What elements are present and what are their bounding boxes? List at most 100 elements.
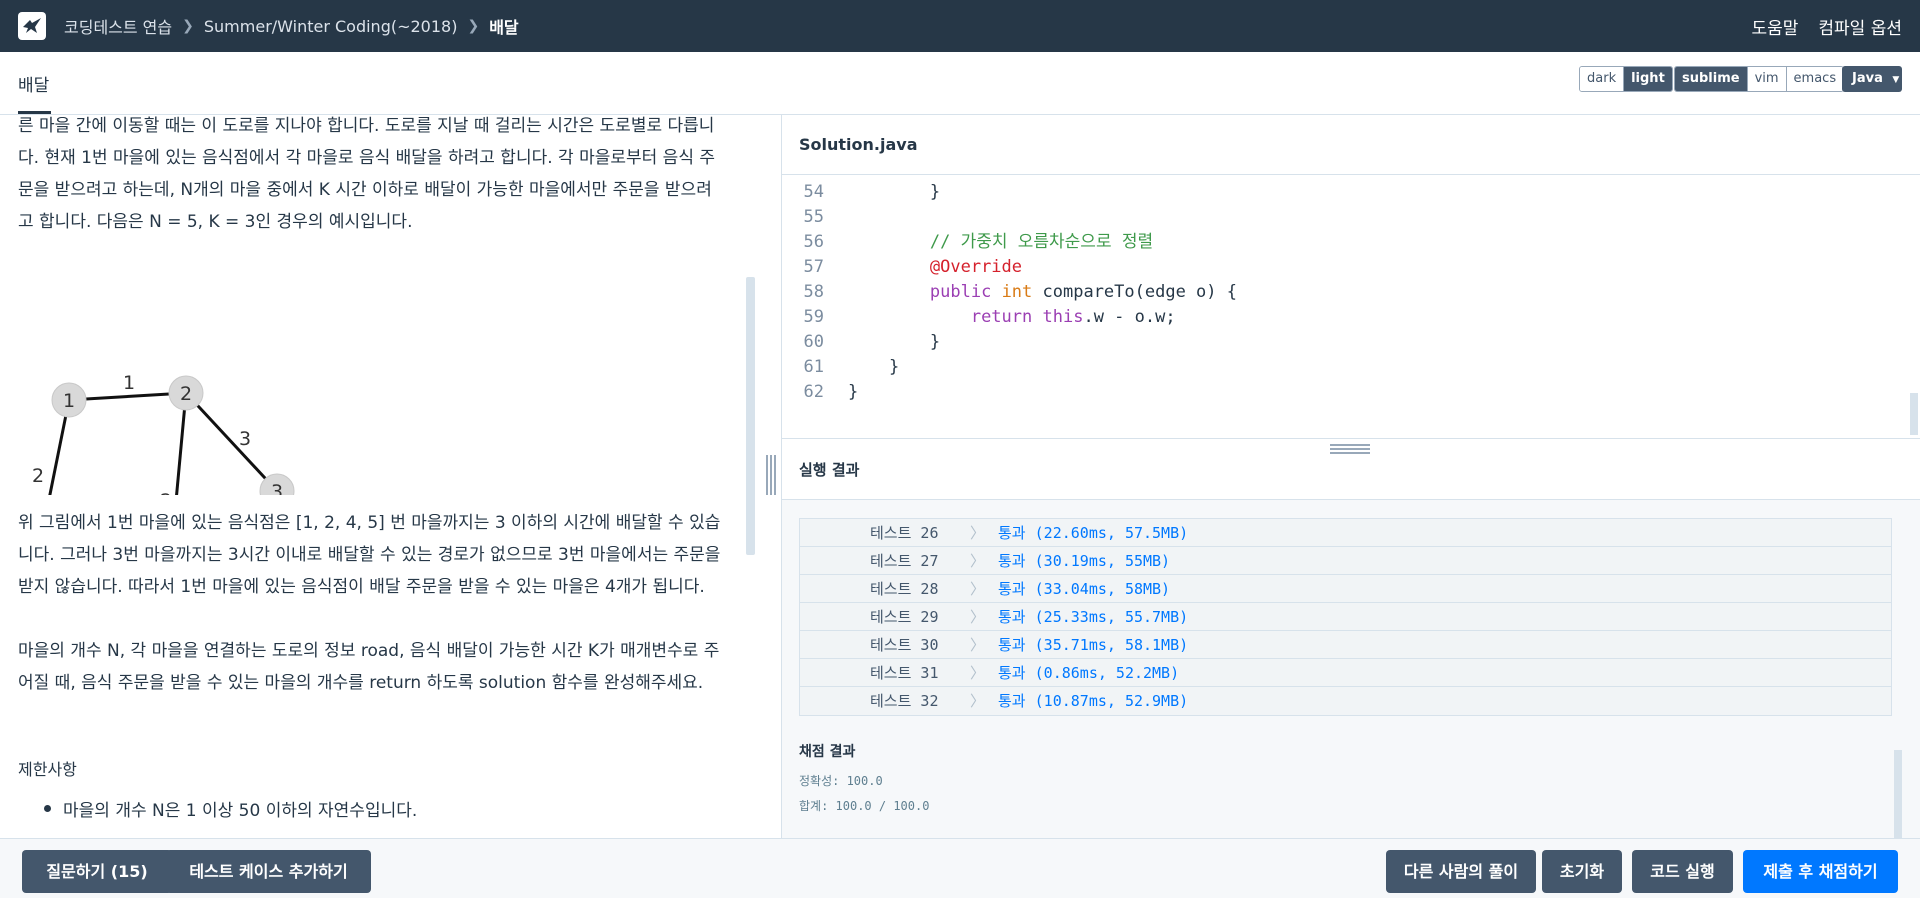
result-row: 테스트 30 〉 통과 (35.71ms, 58.1MB): [800, 631, 1891, 659]
code-line: 59 return this.w - o.w;: [782, 305, 1176, 330]
test-result: 통과 (10.87ms, 52.9MB): [998, 692, 1189, 710]
theme-dark-button[interactable]: dark: [1580, 67, 1625, 91]
result-row: 테스트 32 〉 통과 (10.87ms, 52.9MB): [800, 687, 1891, 715]
chevron-right-icon: 〉: [970, 580, 986, 598]
constraints-title: 제한사항: [18, 760, 77, 779]
result-row: 테스트 29 〉 통과 (25.33ms, 55.7MB): [800, 603, 1891, 631]
test-result: 통과 (25.33ms, 55.7MB): [998, 608, 1189, 626]
others-solutions-button[interactable]: 다른 사람의 풀이: [1386, 850, 1536, 893]
chevron-right-icon: ❯: [182, 18, 194, 34]
node-label: 3: [271, 481, 283, 495]
result-row: 테스트 28 〉 통과 (33.04ms, 58MB): [800, 575, 1891, 603]
bullet-icon: [44, 805, 51, 812]
reset-button[interactable]: 초기화: [1542, 850, 1622, 893]
keymap-vim-button[interactable]: vim: [1747, 67, 1787, 91]
grade-title: 채점 결과: [799, 744, 856, 760]
code-token: }: [848, 182, 941, 202]
constraint-item: 마을의 개수 N은 1 이상 50 이하의 자연수입니다.: [63, 801, 418, 821]
resize-handle[interactable]: [766, 455, 776, 495]
run-code-button[interactable]: 코드 실행: [1632, 850, 1733, 893]
breadcrumb-current: 배달: [489, 18, 519, 37]
breadcrumb-item[interactable]: 코딩테스트 연습: [64, 14, 172, 38]
result-panel: 테스트 26 〉 통과 (22.60ms, 57.5MB) 테스트 27 〉 통과 (30…: [782, 500, 1920, 838]
language-label: Java: [1852, 71, 1883, 86]
graph-edge: [184, 391, 279, 493]
test-name: 테스트 28: [870, 580, 939, 598]
code-token: .w - o.w;: [1083, 307, 1176, 327]
result-row: 테스트 26 〉 통과 (22.60ms, 57.5MB): [800, 519, 1891, 547]
result-row: 테스트 27 〉 통과 (30.19ms, 55MB): [800, 547, 1891, 575]
test-name: 테스트 29: [870, 608, 939, 626]
scrollbar-thumb[interactable]: [1910, 393, 1918, 435]
chevron-right-icon: 〉: [970, 692, 986, 710]
code-line: 55: [782, 205, 848, 230]
line-number: 61: [803, 357, 824, 377]
result-table: 테스트 26 〉 통과 (22.60ms, 57.5MB) 테스트 27 〉 통과 (30…: [799, 518, 1892, 716]
breadcrumb: 코딩테스트 연습 ❯ Summer/Winter Coding(~2018) ❯…: [64, 14, 519, 38]
code-line: 54 }: [782, 180, 941, 205]
test-name: 테스트 27: [870, 552, 939, 570]
breadcrumb-item[interactable]: Summer/Winter Coding(~2018): [204, 17, 458, 36]
line-number: 60: [803, 332, 824, 352]
top-nav: 코딩테스트 연습 ❯ Summer/Winter Coding(~2018) ❯…: [0, 0, 1920, 52]
keymap-emacs-button[interactable]: emacs: [1786, 67, 1844, 91]
ask-question-button[interactable]: 질문하기 (15): [22, 850, 172, 893]
test-name: 테스트 31: [870, 664, 939, 682]
help-link[interactable]: 도움말: [1751, 14, 1798, 39]
code-token: public: [929, 282, 992, 302]
code-line: 57 @Override: [782, 255, 1023, 280]
add-testcase-button[interactable]: 테스트 케이스 추가하기: [166, 850, 371, 893]
result-row: 테스트 31 〉 통과 (0.86ms, 52.2MB): [800, 659, 1891, 687]
editor-header: Solution.java: [782, 115, 1920, 175]
resize-handle[interactable]: [1330, 444, 1370, 454]
chevron-right-icon: 〉: [970, 608, 986, 626]
code-line: 60 }: [782, 330, 941, 355]
edge-weight: 2: [160, 490, 172, 495]
scrollbar-thumb[interactable]: [746, 277, 755, 555]
line-number: 57: [803, 257, 824, 277]
test-name: 테스트 26: [870, 524, 939, 542]
graph-diagram: 1 3 2 2 1 2 1 2 3 4 5: [32, 372, 295, 495]
chevron-right-icon: ❯: [467, 18, 480, 34]
nav-right: 도움말 컴파일 옵션: [1751, 0, 1902, 52]
submit-button[interactable]: 제출 후 채점하기: [1743, 850, 1898, 893]
code-editor[interactable]: 54 } 55 56 // 가중치 오름차순으로 정렬 57 @Override 58 …: [782, 180, 1920, 438]
line-number: 56: [803, 232, 824, 252]
code-token: return: [970, 307, 1033, 327]
code-token: }: [848, 382, 859, 402]
edge-weight: 1: [123, 372, 135, 394]
result-title: 실행 결과: [799, 461, 860, 479]
code-line: 62}: [782, 380, 859, 405]
line-number: 59: [803, 307, 824, 327]
scrollbar-thumb[interactable]: [1894, 750, 1902, 838]
problem-paragraph: 위 그림에서 1번 마을에 있는 음식점은 [1, 2, 4, 5] 번 마을까…: [18, 513, 721, 597]
line-number: 54: [803, 182, 824, 202]
language-select[interactable]: Java ▼: [1842, 66, 1902, 92]
test-result: 통과 (30.19ms, 55MB): [998, 552, 1171, 570]
chevron-right-icon: 〉: [970, 552, 986, 570]
problem-paragraph: 마을의 개수 N, 각 마을을 연결하는 도로의 정보 road, 음식 배달이…: [18, 641, 720, 693]
code-token: @Override: [929, 257, 1023, 277]
code-token: }: [848, 332, 941, 352]
theme-light-button[interactable]: light: [1624, 67, 1672, 91]
caret-down-icon: ▼: [1892, 75, 1900, 85]
line-number: 55: [803, 207, 824, 227]
keymap-sublime-button[interactable]: sublime: [1675, 67, 1748, 91]
edge-weight: 3: [239, 428, 251, 450]
logo-icon[interactable]: [18, 12, 46, 40]
compile-options-link[interactable]: 컴파일 옵션: [1818, 14, 1902, 39]
tab-problem[interactable]: 배달: [18, 71, 49, 96]
code-line: 56 // 가중치 오름차순으로 정렬: [782, 230, 1154, 255]
problem-paragraph: 른 마을 간에 이동할 때는 이 도로를 지나야 합니다. 도로를 지날 때 걸…: [18, 116, 715, 232]
chevron-right-icon: 〉: [970, 664, 986, 682]
tab-underline: [18, 111, 51, 114]
code-token: compareTo(edge o) {: [1032, 282, 1237, 302]
line-number: 62: [803, 382, 824, 402]
test-name: 테스트 32: [870, 692, 939, 710]
